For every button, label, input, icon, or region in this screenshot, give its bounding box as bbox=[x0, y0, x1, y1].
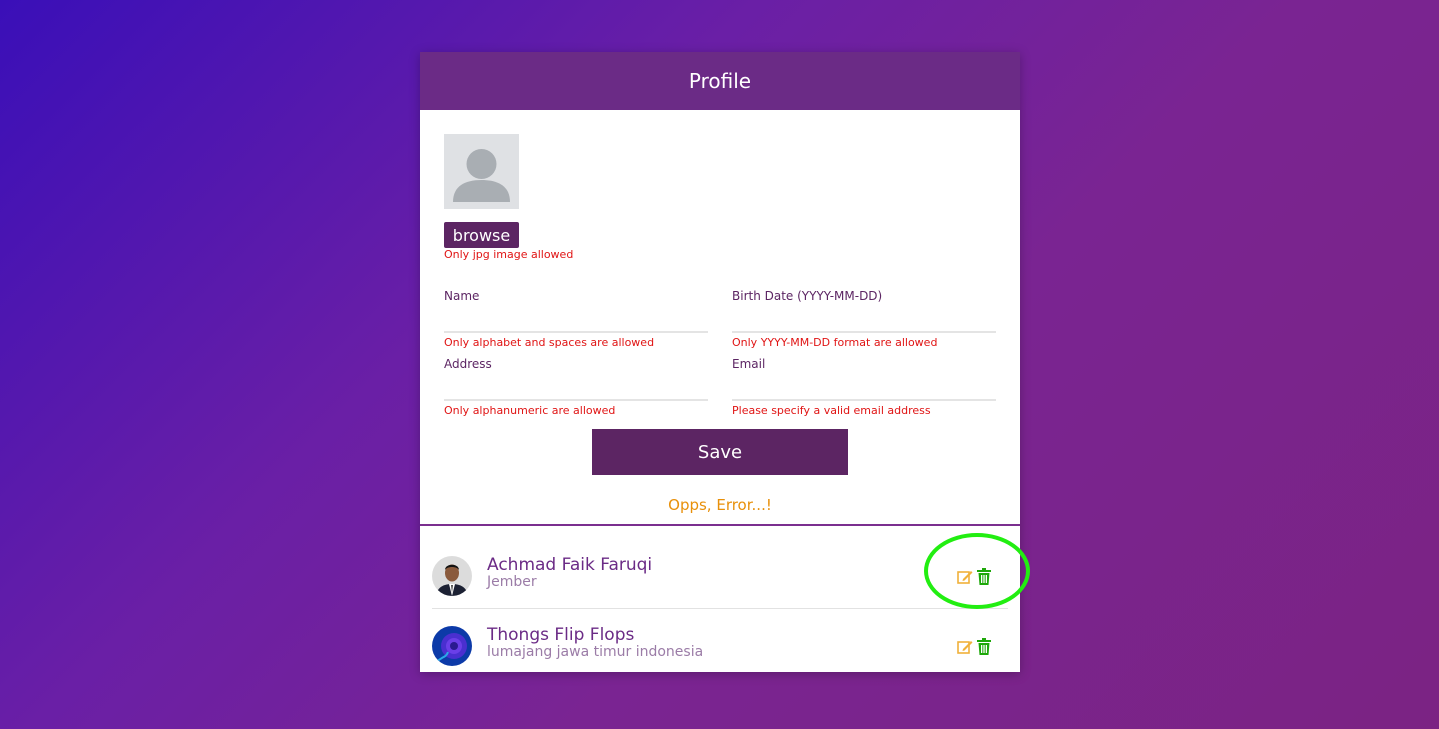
save-button[interactable]: Save bbox=[592, 429, 848, 475]
address-hint: Only alphanumeric are allowed bbox=[444, 404, 616, 417]
address-field[interactable] bbox=[444, 377, 708, 401]
page-title: Profile bbox=[688, 69, 752, 93]
user-city: Jember bbox=[487, 574, 537, 590]
trash-icon[interactable] bbox=[977, 638, 991, 655]
browse-button[interactable]: browse bbox=[444, 222, 519, 248]
user-city: lumajang jawa timur indonesia bbox=[487, 644, 704, 660]
user-placeholder-icon bbox=[453, 149, 510, 202]
section-divider bbox=[420, 524, 1020, 526]
name-field[interactable] bbox=[444, 309, 708, 333]
name-hint: Only alphabet and spaces are allowed bbox=[444, 336, 655, 349]
address-label: Address bbox=[444, 357, 492, 371]
avatar bbox=[432, 556, 472, 596]
name-label: Name bbox=[444, 289, 480, 303]
email-field[interactable] bbox=[732, 377, 996, 401]
status-message: Opps, Error...! bbox=[668, 496, 772, 514]
birth-date-hint: Only YYYY-MM-DD format are allowed bbox=[732, 336, 938, 349]
user-list-item: Thongs Flip Flops lumajang jawa timur in… bbox=[432, 608, 1008, 678]
profile-photo-preview bbox=[444, 134, 519, 209]
birth-date-label: Birth Date (YYYY-MM-DD) bbox=[732, 289, 883, 303]
email-hint: Please specify a valid email address bbox=[732, 404, 931, 417]
user-name: Achmad Faik Faruqi bbox=[487, 555, 653, 575]
profile-header: Profile bbox=[420, 52, 1020, 110]
photo-hint: Only jpg image allowed bbox=[444, 248, 574, 261]
rose-photo-icon bbox=[432, 626, 472, 666]
person-photo-icon bbox=[432, 556, 472, 596]
user-name: Thongs Flip Flops bbox=[487, 625, 635, 645]
email-label: Email bbox=[732, 357, 766, 371]
edit-icon[interactable] bbox=[957, 639, 973, 655]
user-list-item: Achmad Faik Faruqi Jember bbox=[432, 538, 1008, 609]
birth-date-field[interactable] bbox=[732, 309, 996, 333]
highlight-annotation bbox=[924, 533, 1030, 609]
avatar bbox=[432, 626, 472, 666]
